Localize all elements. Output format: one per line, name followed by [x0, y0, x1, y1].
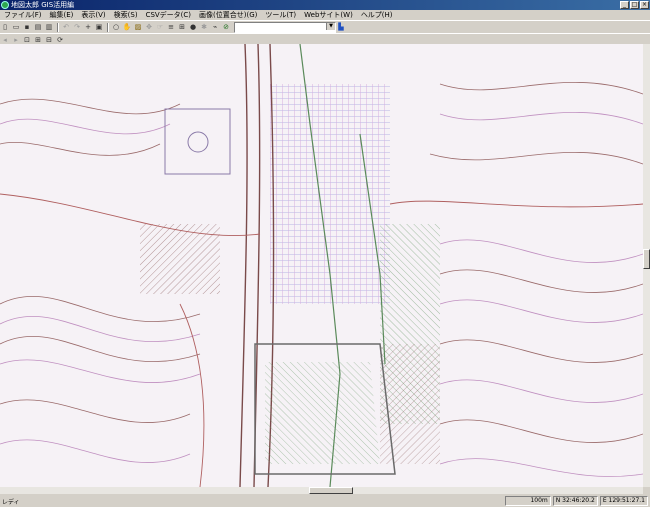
- main-toolbar: ▯ ▭ ▪ ▤ ▥ ↶ ↷ + ▣ ○ ✋ ▨ ✥ ☞ ≡ ⊞ ● ✱ ⌁ ⊘ …: [0, 20, 650, 33]
- minimize-button[interactable]: _: [620, 1, 629, 9]
- window-title: 地図太郎 GIS活用編: [11, 1, 75, 9]
- topographic-map[interactable]: [0, 44, 643, 487]
- title-bar: 地図太郎 GIS活用編 _ □ ×: [0, 0, 650, 10]
- forward-icon[interactable]: ▸: [11, 35, 21, 45]
- print-icon[interactable]: ▥: [44, 22, 54, 32]
- longitude-readout: E 129:51:27.1: [599, 496, 648, 506]
- zoom-window-icon[interactable]: ⊡: [22, 35, 32, 45]
- zoom-out-icon[interactable]: ⊟: [44, 35, 54, 45]
- back-icon[interactable]: ◂: [0, 35, 10, 45]
- menu-image[interactable]: 画像(位置合せ)(G): [195, 10, 261, 20]
- menu-bar: ファイル(F) 編集(E) 表示(V) 検索(S) CSVデータ(C) 画像(位…: [0, 10, 650, 20]
- menu-help[interactable]: ヘルプ(H): [357, 10, 397, 20]
- toolbar-separator: [57, 22, 59, 32]
- save-icon[interactable]: ▪: [22, 22, 32, 32]
- palette-icon[interactable]: ▙: [336, 22, 346, 32]
- status-text: レディ: [2, 498, 20, 506]
- hand-icon[interactable]: ☞: [155, 22, 165, 32]
- horizontal-scroll-thumb[interactable]: [309, 487, 353, 494]
- undo-icon[interactable]: ↶: [61, 22, 71, 32]
- menu-csv[interactable]: CSVデータ(C): [142, 10, 195, 20]
- maximize-button[interactable]: □: [630, 1, 639, 9]
- link-icon[interactable]: ⌁: [210, 22, 220, 32]
- chevron-down-icon[interactable]: ▼: [326, 22, 335, 30]
- move-icon[interactable]: ✥: [144, 22, 154, 32]
- layers-icon[interactable]: ≡: [166, 22, 176, 32]
- locate-icon[interactable]: ▨: [133, 22, 143, 32]
- map-canvas[interactable]: [0, 44, 643, 487]
- menu-view[interactable]: 表示(V): [77, 10, 109, 20]
- scroll-corner: [643, 487, 650, 494]
- scale-readout: 100m: [504, 496, 551, 506]
- layer-select[interactable]: ▼: [234, 21, 336, 33]
- app-icon[interactable]: [1, 1, 9, 9]
- bullet-icon[interactable]: ✱: [199, 22, 209, 32]
- open-icon[interactable]: ▭: [11, 22, 21, 32]
- toolbar-separator: [107, 22, 109, 32]
- zoom-icon[interactable]: ○: [111, 22, 121, 32]
- horizontal-scrollbar[interactable]: [0, 487, 643, 494]
- latitude-readout: N 32:46:20.2: [552, 496, 598, 506]
- redo-icon[interactable]: ↷: [72, 22, 82, 32]
- table-icon[interactable]: ⊞: [177, 22, 187, 32]
- menu-tools[interactable]: ツール(T): [261, 10, 300, 20]
- vertical-scrollbar[interactable]: [643, 44, 650, 487]
- menu-web[interactable]: Webサイト(W): [300, 10, 357, 20]
- copy-icon[interactable]: ▣: [94, 22, 104, 32]
- status-bar: レディ 100m N 32:46:20.2 E 129:51:27.1: [0, 495, 650, 507]
- pan-icon[interactable]: ✋: [122, 22, 132, 32]
- close-button[interactable]: ×: [640, 1, 649, 9]
- crosshair-icon[interactable]: +: [83, 22, 93, 32]
- new-icon[interactable]: ▯: [0, 22, 10, 32]
- zoom-in-icon[interactable]: ⊞: [33, 35, 43, 45]
- menu-search[interactable]: 検索(S): [110, 10, 142, 20]
- vertical-scroll-thumb[interactable]: [643, 249, 650, 269]
- marker-icon[interactable]: ●: [188, 22, 198, 32]
- no-icon[interactable]: ⊘: [221, 22, 231, 32]
- print-preview-icon[interactable]: ▤: [33, 22, 43, 32]
- refresh-icon[interactable]: ⟳: [55, 35, 65, 45]
- menu-file[interactable]: ファイル(F): [0, 10, 46, 20]
- menu-edit[interactable]: 編集(E): [46, 10, 78, 20]
